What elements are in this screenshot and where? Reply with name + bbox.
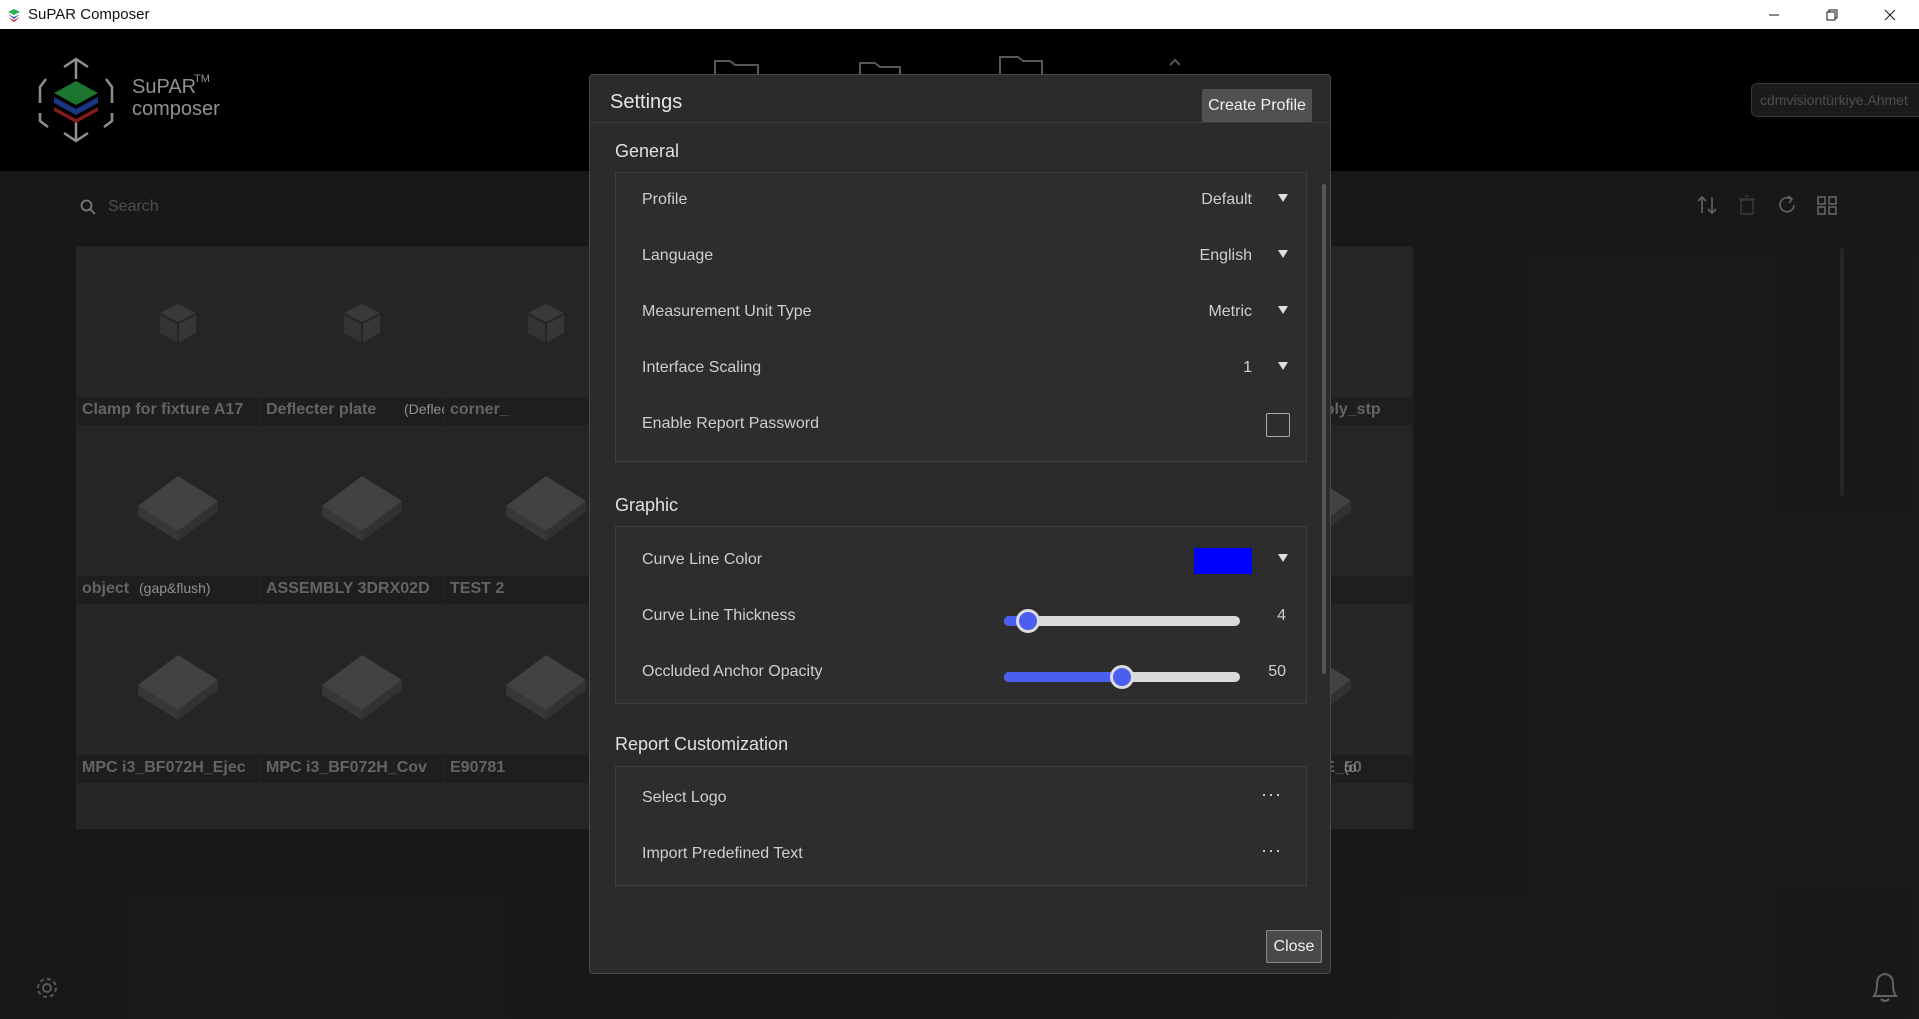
- section-general-title: General: [615, 141, 680, 161]
- anchor-opacity-label: Occluded Anchor Opacity: [642, 663, 823, 680]
- window-controls: [1745, 0, 1919, 29]
- measurement-label: Measurement Unit Type: [642, 303, 812, 320]
- section-report-title: Report Customization: [615, 734, 789, 754]
- minimize-icon: [1769, 14, 1779, 15]
- anchor-opacity-row: Occluded Anchor Opacity 50: [616, 645, 1306, 701]
- measurement-row[interactable]: Measurement Unit Type Metric: [616, 285, 1306, 341]
- close-button[interactable]: Close: [1266, 930, 1322, 963]
- window-title: SuPAR Composer: [28, 6, 150, 23]
- restore-icon: [1826, 9, 1838, 20]
- settings-dialog: Settings Create Profile General Profile …: [589, 74, 1331, 974]
- chevron-down-icon[interactable]: [1278, 362, 1288, 370]
- curve-thickness-value: 4: [1277, 607, 1286, 624]
- curve-color-swatch[interactable]: [1194, 548, 1252, 574]
- curve-color-label: Curve Line Color: [642, 551, 763, 568]
- more-dots-icon[interactable]: ···: [1261, 840, 1282, 861]
- report-password-label: Enable Report Password: [642, 415, 819, 432]
- import-text-row[interactable]: Import Predefined Text ···: [616, 827, 1306, 883]
- profile-select[interactable]: Default: [1201, 191, 1252, 209]
- dialog-title: Settings: [610, 91, 683, 113]
- create-profile-button[interactable]: Create Profile: [1202, 89, 1312, 122]
- general-panel: Profile Default Language English Measure…: [615, 172, 1307, 462]
- app-icon: [8, 8, 20, 22]
- dialog-body: General Profile Default Language English…: [590, 124, 1330, 969]
- curve-thickness-label: Curve Line Thickness: [642, 607, 796, 624]
- report-password-row: Enable Report Password: [616, 397, 1306, 453]
- app-root: SuPAR Composer SuPAR TM composer cdmvisi…: [0, 0, 1919, 1019]
- section-graphic-title: Graphic: [615, 495, 679, 515]
- anchor-opacity-value: 50: [1268, 663, 1286, 680]
- language-row[interactable]: Language English: [616, 229, 1306, 285]
- dialog-scrollbar[interactable]: [1322, 184, 1326, 674]
- slider-fill: [1004, 672, 1122, 682]
- graphic-panel: Curve Line Color Curve Line Thickness 4 …: [615, 526, 1307, 704]
- report-password-checkbox[interactable]: [1266, 413, 1290, 437]
- close-icon: [1884, 9, 1896, 20]
- restore-button[interactable]: [1803, 0, 1861, 29]
- select-logo-label: Select Logo: [642, 789, 727, 806]
- title-bar: SuPAR Composer: [0, 0, 1919, 29]
- dialog-header: Settings Create Profile: [590, 75, 1330, 123]
- chevron-down-icon[interactable]: [1278, 194, 1288, 202]
- anchor-opacity-slider[interactable]: [1004, 665, 1240, 689]
- profile-label: Profile: [642, 191, 688, 208]
- chevron-down-icon[interactable]: [1278, 250, 1288, 258]
- report-panel: Select Logo ··· Import Predefined Text ·…: [615, 766, 1307, 886]
- select-logo-row[interactable]: Select Logo ···: [616, 771, 1306, 827]
- chevron-down-icon[interactable]: [1278, 306, 1288, 314]
- curve-thickness-slider[interactable]: [1004, 609, 1240, 633]
- chevron-down-icon[interactable]: [1278, 554, 1288, 562]
- close-window-button[interactable]: [1861, 0, 1919, 29]
- measurement-select[interactable]: Metric: [1208, 303, 1252, 321]
- slider-handle[interactable]: [1015, 609, 1040, 633]
- curve-thickness-row: Curve Line Thickness 4: [616, 589, 1306, 645]
- scaling-row[interactable]: Interface Scaling 1: [616, 341, 1306, 397]
- more-dots-icon[interactable]: ···: [1261, 784, 1282, 805]
- scaling-select[interactable]: 1: [1243, 359, 1252, 377]
- scaling-label: Interface Scaling: [642, 359, 762, 376]
- curve-color-row[interactable]: Curve Line Color: [616, 533, 1306, 589]
- profile-row[interactable]: Profile Default: [616, 173, 1306, 229]
- minimize-button[interactable]: [1745, 0, 1803, 29]
- slider-handle[interactable]: [1110, 665, 1134, 689]
- language-select[interactable]: English: [1200, 247, 1252, 265]
- language-label: Language: [642, 247, 714, 264]
- import-text-label: Import Predefined Text: [642, 845, 803, 862]
